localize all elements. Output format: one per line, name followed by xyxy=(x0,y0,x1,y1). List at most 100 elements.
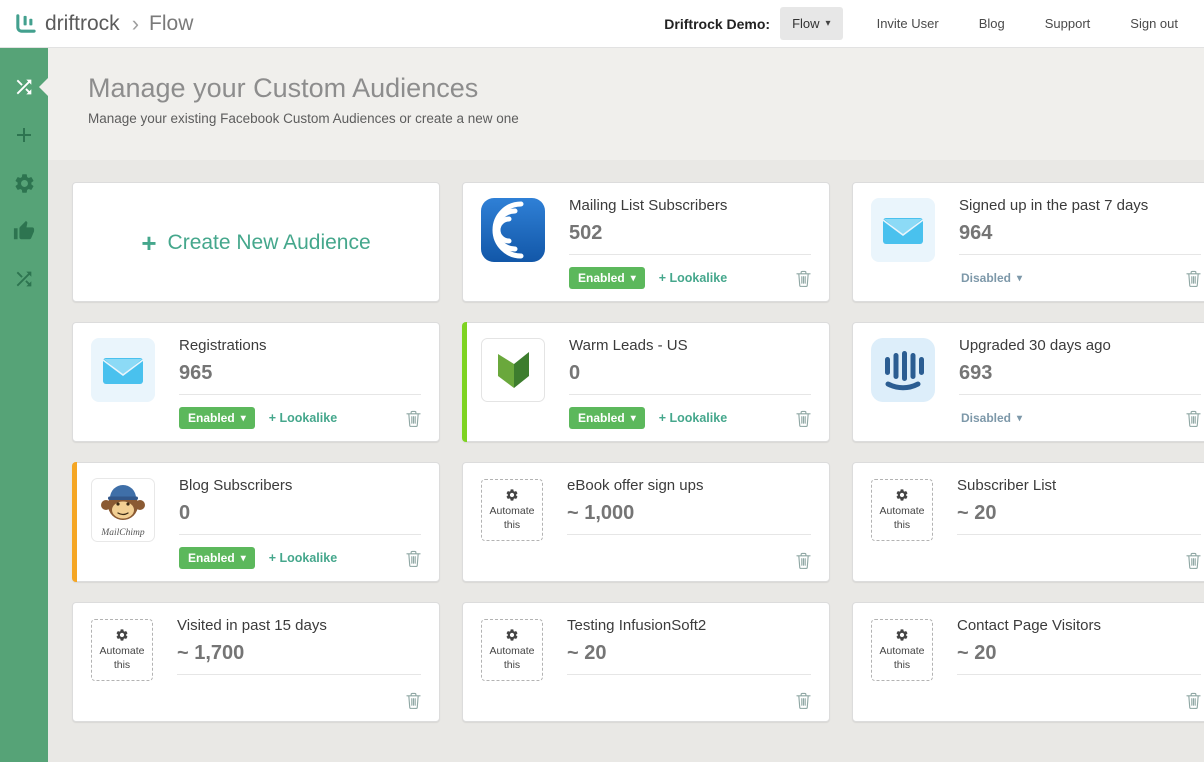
status-dropdown[interactable]: Disabled ▾ xyxy=(959,407,1024,429)
trash-icon xyxy=(1186,410,1201,427)
trash-icon xyxy=(796,270,811,287)
automate-this-button[interactable]: Automate this xyxy=(871,619,933,681)
audience-card: Automate this Contact Page Visitors ~ 20 xyxy=(852,602,1204,722)
nav-invite-user[interactable]: Invite User xyxy=(871,15,945,32)
lookalike-button[interactable]: + Lookalike xyxy=(269,551,337,565)
status-stripe xyxy=(72,462,77,582)
audience-count: 0 xyxy=(569,362,811,395)
audience-card: Blog Subscribers 0 Enabled ▾ + Lookalike xyxy=(72,462,440,582)
create-new-audience-card[interactable]: + Create New Audience xyxy=(72,182,440,302)
trash-icon xyxy=(406,550,421,567)
delete-audience-button[interactable] xyxy=(796,270,811,287)
delete-audience-button[interactable] xyxy=(406,692,421,709)
breadcrumb-current: Flow xyxy=(149,12,193,36)
delete-audience-button[interactable] xyxy=(796,410,811,427)
driftrock-logo[interactable]: driftrock xyxy=(14,12,120,36)
audience-card: Automate this Testing InfusionSoft2 ~ 20 xyxy=(462,602,830,722)
account-flow-dropdown[interactable]: Flow ▾ xyxy=(780,7,842,40)
nav-support[interactable]: Support xyxy=(1039,15,1097,32)
audience-count: 693 xyxy=(959,362,1201,395)
status-dropdown[interactable]: Enabled ▾ xyxy=(179,547,255,569)
gear-icon xyxy=(115,628,129,642)
logo-text: driftrock xyxy=(45,12,120,36)
mail-app-icon xyxy=(871,198,935,262)
trash-icon xyxy=(1186,270,1201,287)
audience-count: ~ 20 xyxy=(957,642,1201,675)
audience-title: Signed up in the past 7 days xyxy=(959,197,1201,214)
audience-count: 964 xyxy=(959,222,1201,255)
trash-icon xyxy=(1186,552,1201,569)
caret-down-icon: ▾ xyxy=(826,18,831,29)
audience-count: ~ 1,700 xyxy=(177,642,421,675)
status-dropdown[interactable]: Enabled ▾ xyxy=(569,267,645,289)
trash-icon xyxy=(796,552,811,569)
status-label: Disabled xyxy=(961,411,1011,425)
delete-audience-button[interactable] xyxy=(1186,410,1201,427)
create-new-audience-label: Create New Audience xyxy=(168,231,371,255)
top-header: driftrock › Flow Driftrock Demo: Flow ▾ … xyxy=(0,0,1204,48)
automate-this-button[interactable]: Automate this xyxy=(481,619,543,681)
audience-title: eBook offer sign ups xyxy=(567,477,811,494)
audience-title: Warm Leads - US xyxy=(569,337,811,354)
nav-blog[interactable]: Blog xyxy=(973,15,1011,32)
lookalike-button[interactable]: + Lookalike xyxy=(659,271,727,285)
delete-audience-button[interactable] xyxy=(1186,552,1201,569)
audience-title: Subscriber List xyxy=(957,477,1201,494)
audience-title: Testing InfusionSoft2 xyxy=(567,617,811,634)
audience-count: 965 xyxy=(179,362,421,395)
caret-down-icon: ▾ xyxy=(631,273,636,284)
status-dropdown[interactable]: Enabled ▾ xyxy=(569,407,645,429)
gear-icon xyxy=(895,488,909,502)
status-label: Disabled xyxy=(961,271,1011,285)
active-nav-notch xyxy=(39,78,48,96)
mail-app-icon xyxy=(91,338,155,402)
nav-sign-out[interactable]: Sign out xyxy=(1124,15,1184,32)
trash-icon xyxy=(406,692,421,709)
delete-audience-button[interactable] xyxy=(406,410,421,427)
trash-icon xyxy=(406,410,421,427)
audience-count: 502 xyxy=(569,222,811,255)
audience-count: ~ 1,000 xyxy=(567,502,811,535)
automate-this-button[interactable]: Automate this xyxy=(91,619,153,681)
plus-icon xyxy=(12,123,36,147)
sidebar-item-create[interactable] xyxy=(0,112,48,158)
lookalike-button[interactable]: + Lookalike xyxy=(659,411,727,425)
shuffle-icon xyxy=(13,76,35,98)
audience-count: ~ 20 xyxy=(567,642,811,675)
caret-down-icon: ▾ xyxy=(1017,413,1022,424)
sidebar-item-approvals[interactable] xyxy=(0,208,48,254)
infusionsoft-app-icon xyxy=(481,338,545,402)
automate-label: Automate this xyxy=(486,505,538,532)
audience-count: ~ 20 xyxy=(957,502,1201,535)
mailchimp-app-icon xyxy=(91,478,155,542)
breadcrumb-chevron-icon: › xyxy=(132,11,139,37)
audience-card: Upgraded 30 days ago 693 Disabled ▾ xyxy=(852,322,1204,442)
left-sidebar xyxy=(0,48,48,762)
audience-card: Signed up in the past 7 days 964 Disable… xyxy=(852,182,1204,302)
status-dropdown[interactable]: Enabled ▾ xyxy=(179,407,255,429)
audience-card: Automate this Visited in past 15 days ~ … xyxy=(72,602,440,722)
audience-card: Automate this Subscriber List ~ 20 xyxy=(852,462,1204,582)
status-label: Enabled xyxy=(578,271,625,285)
account-flow-value: Flow xyxy=(792,16,819,31)
automate-label: Automate this xyxy=(876,505,928,532)
shuffle-icon xyxy=(13,268,35,290)
delete-audience-button[interactable] xyxy=(1186,692,1201,709)
audience-card: Warm Leads - US 0 Enabled ▾ + Lookalike xyxy=(462,322,830,442)
audience-count: 0 xyxy=(179,502,421,535)
sidebar-item-flows[interactable] xyxy=(0,256,48,302)
delete-audience-button[interactable] xyxy=(1186,270,1201,287)
lookalike-button[interactable]: + Lookalike xyxy=(269,411,337,425)
audience-title: Visited in past 15 days xyxy=(177,617,421,634)
trash-icon xyxy=(796,410,811,427)
automate-this-button[interactable]: Automate this xyxy=(871,479,933,541)
automate-label: Automate this xyxy=(486,645,538,672)
status-dropdown[interactable]: Disabled ▾ xyxy=(959,267,1024,289)
audience-grid: + Create New Audience Mailing List Subsc… xyxy=(48,160,1204,762)
delete-audience-button[interactable] xyxy=(796,692,811,709)
automate-this-button[interactable]: Automate this xyxy=(481,479,543,541)
delete-audience-button[interactable] xyxy=(406,550,421,567)
caret-down-icon: ▾ xyxy=(1017,273,1022,284)
sidebar-item-settings[interactable] xyxy=(0,160,48,206)
delete-audience-button[interactable] xyxy=(796,552,811,569)
